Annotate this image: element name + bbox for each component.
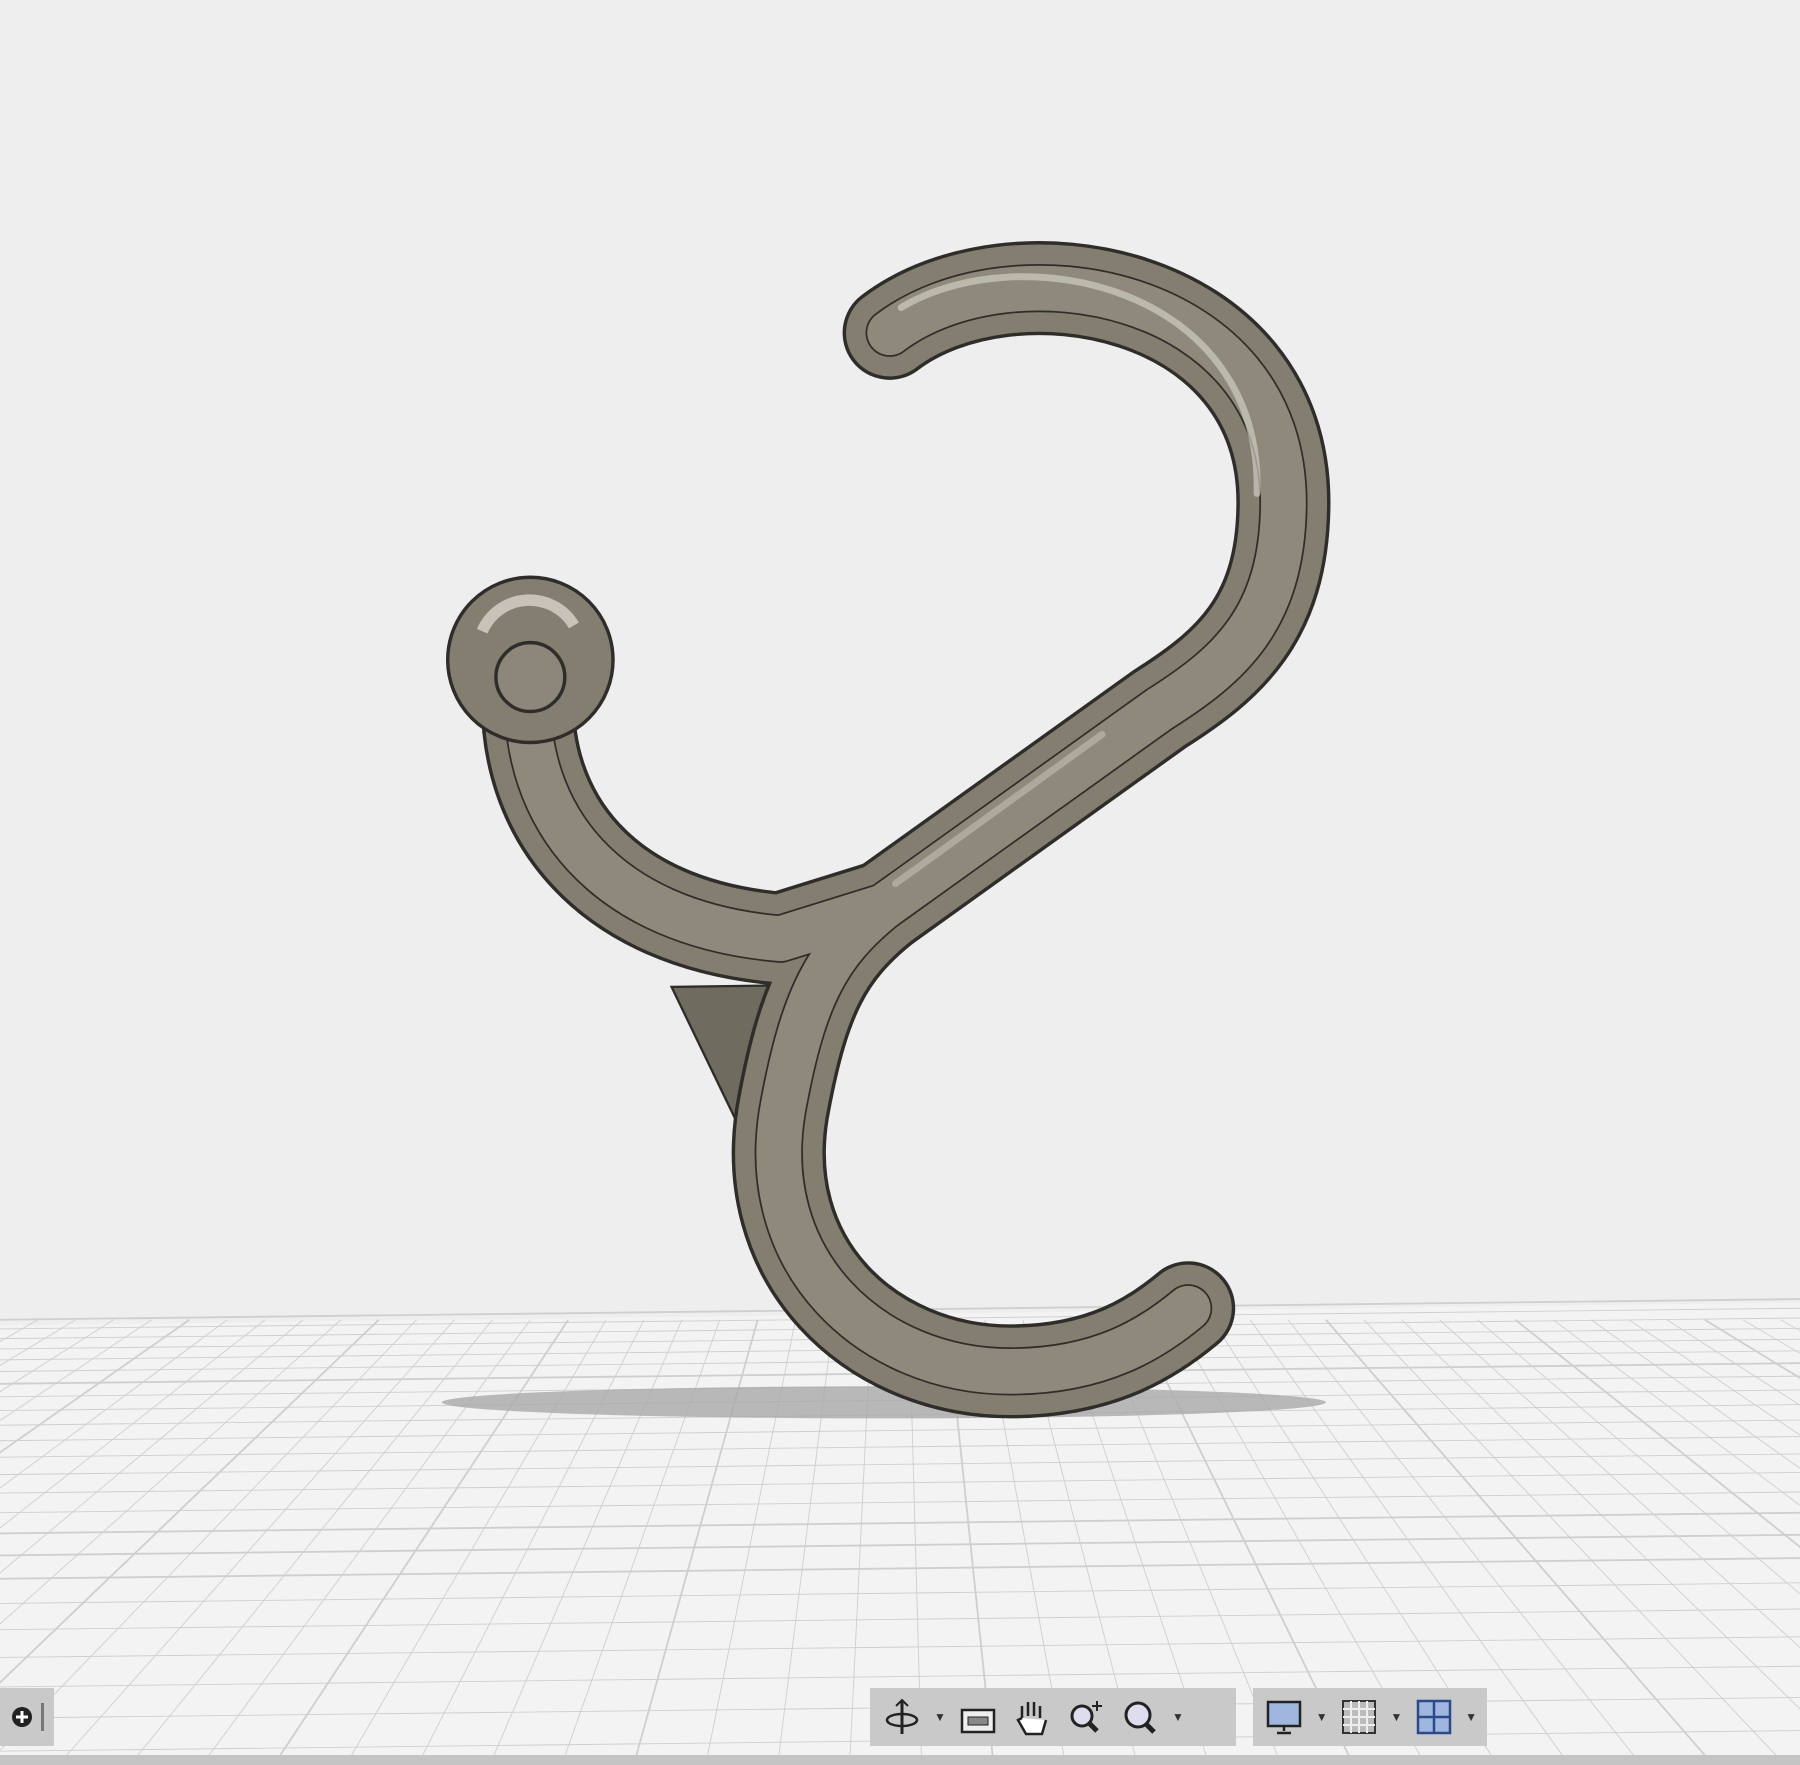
add-icon[interactable] bbox=[11, 1706, 33, 1728]
divider bbox=[40, 1703, 44, 1731]
orbit-icon[interactable] bbox=[880, 1695, 924, 1739]
look-at-icon[interactable] bbox=[956, 1695, 1000, 1739]
left-toolbar bbox=[0, 1688, 54, 1746]
zoom-icon[interactable] bbox=[1064, 1695, 1108, 1739]
fit-icon[interactable] bbox=[1118, 1695, 1162, 1739]
grid-settings-icon[interactable] bbox=[1338, 1695, 1381, 1739]
model-shadow bbox=[441, 1386, 1326, 1419]
3d-viewport[interactable] bbox=[0, 0, 1800, 1765]
display-toolbar: ▼ ▼ ▼ bbox=[1253, 1688, 1487, 1746]
viewports-dropdown-icon[interactable]: ▼ bbox=[1465, 1695, 1477, 1739]
viewports-icon[interactable] bbox=[1412, 1695, 1455, 1739]
navigation-toolbar: ▼ ▼ bbox=[870, 1688, 1236, 1746]
status-bar bbox=[0, 1755, 1800, 1765]
grid-dropdown-icon[interactable]: ▼ bbox=[1390, 1695, 1402, 1739]
orbit-dropdown-icon[interactable]: ▼ bbox=[934, 1695, 946, 1739]
pan-icon[interactable] bbox=[1010, 1695, 1054, 1739]
display-dropdown-icon[interactable]: ▼ bbox=[1316, 1695, 1328, 1739]
display-settings-icon[interactable] bbox=[1263, 1695, 1306, 1739]
fit-dropdown-icon[interactable]: ▼ bbox=[1172, 1695, 1184, 1739]
